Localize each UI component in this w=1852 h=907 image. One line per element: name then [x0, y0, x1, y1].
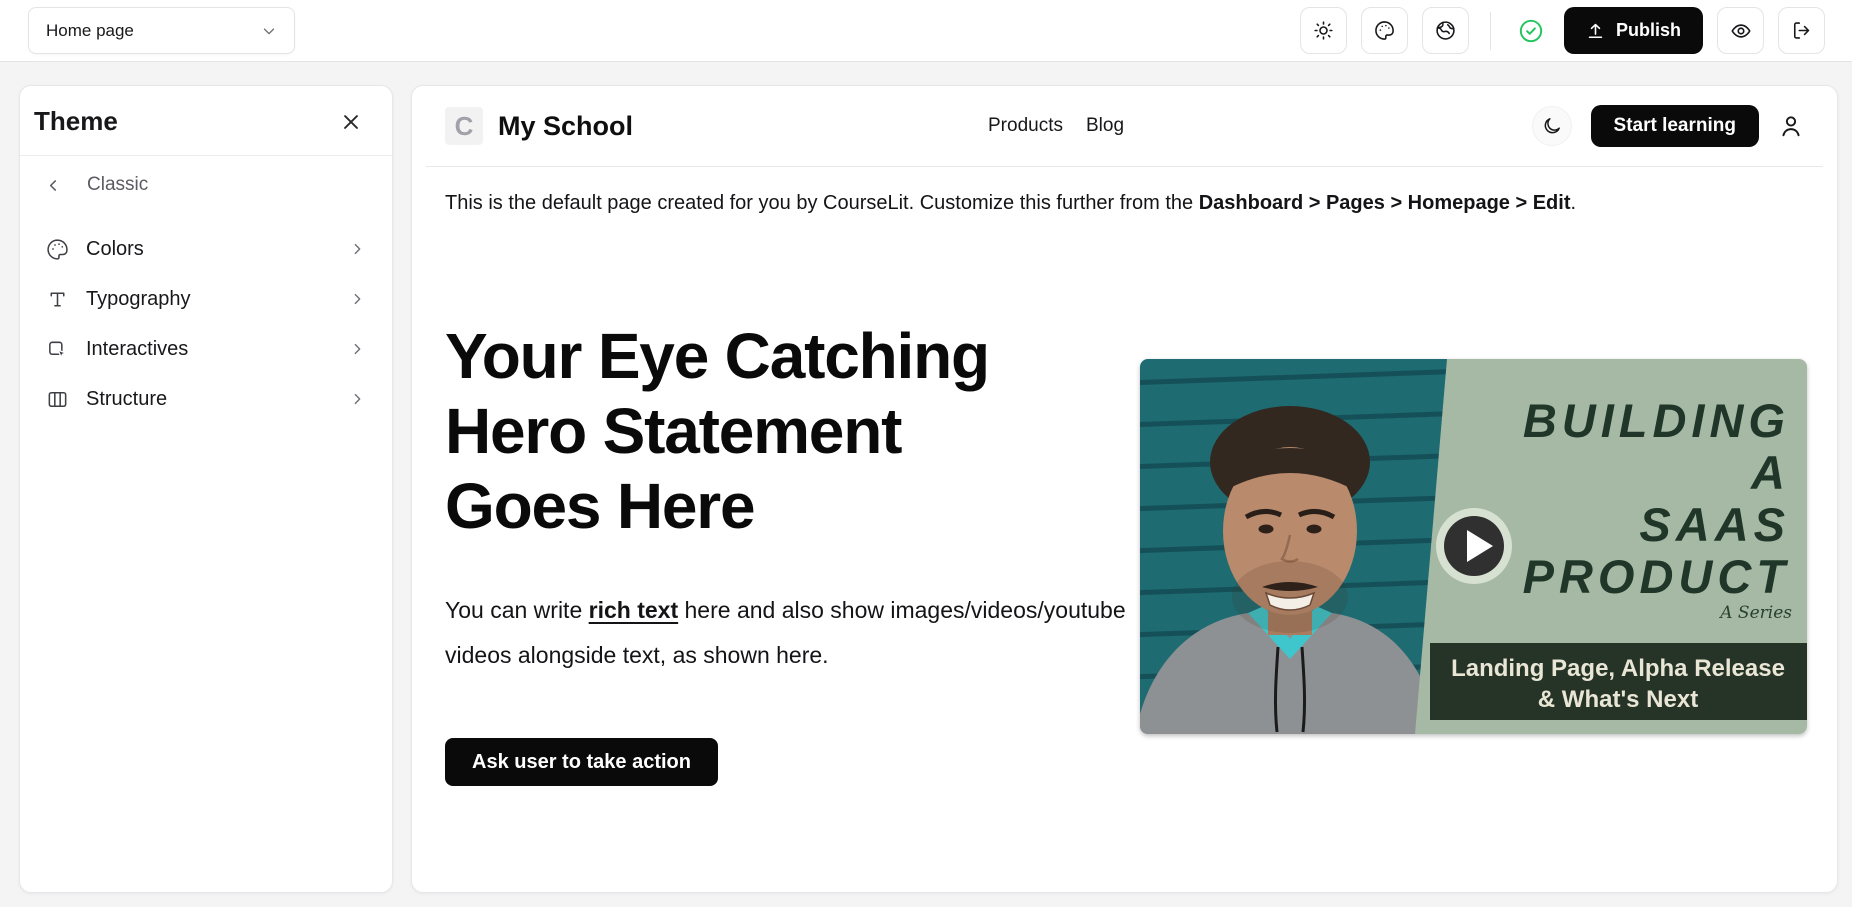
palette-icon	[1374, 20, 1395, 41]
chevron-left-icon	[45, 177, 62, 194]
video-thumbnail-art: BUILDING A SAAS PRODUCT A Series Landing…	[1140, 359, 1807, 734]
site-nav: Products Blog	[988, 115, 1124, 137]
hero-media-column: BUILDING A SAAS PRODUCT A Series Landing…	[1140, 359, 1807, 734]
video-thumbnail[interactable]: BUILDING A SAAS PRODUCT A Series Landing…	[1140, 359, 1807, 734]
notice-breadcrumb: Dashboard > Pages > Homepage > Edit	[1198, 192, 1571, 214]
chevron-right-icon	[349, 291, 365, 307]
hero-section: Your Eye Catching Hero Statement Goes He…	[412, 319, 1837, 786]
page-selector-value: Home page	[46, 20, 134, 40]
hero-cta-button[interactable]: Ask user to take action	[445, 738, 718, 786]
topbar-actions: Publish	[1299, 7, 1825, 54]
chevron-right-icon	[349, 241, 365, 257]
menu-item-label: Colors	[86, 237, 144, 260]
menu-item-typography[interactable]: Typography	[20, 274, 392, 324]
eye-icon	[1730, 20, 1752, 42]
chevron-right-icon	[349, 391, 365, 407]
nav-link-blog[interactable]: Blog	[1086, 115, 1124, 137]
theme-back-row[interactable]: Classic	[20, 156, 392, 196]
notice-suffix: .	[1570, 192, 1577, 214]
status-check-icon	[1518, 18, 1544, 44]
chevron-down-icon	[260, 22, 278, 40]
video-title-line: SAAS	[1639, 498, 1790, 551]
palette-icon	[46, 238, 69, 261]
theme-panel: Theme Classic Colors Typography Interact…	[19, 85, 393, 893]
user-icon[interactable]	[1778, 113, 1804, 139]
site-header: C My School Products Blog Start learning	[412, 86, 1837, 166]
hero-heading-line: Goes Here	[445, 470, 756, 542]
upload-icon	[1586, 21, 1605, 40]
theme-colors-button[interactable]	[1360, 7, 1408, 54]
logout-icon	[1791, 20, 1812, 41]
globe-icon	[1435, 20, 1456, 41]
hero-paragraph: You can write rich text here and also sh…	[445, 588, 1135, 678]
menu-item-label: Structure	[86, 387, 168, 410]
panel-title: Theme	[34, 106, 118, 136]
video-series-label: A Series	[1718, 603, 1792, 623]
video-title-line: A	[1750, 446, 1790, 499]
hero-text-column: Your Eye Catching Hero Statement Goes He…	[445, 319, 1140, 786]
site-title: My School	[498, 110, 634, 141]
interactives-icon	[46, 338, 69, 361]
menu-item-interactives[interactable]: Interactives	[20, 324, 392, 374]
close-panel-button[interactable]	[338, 109, 364, 135]
site-header-actions: Start learning	[1531, 105, 1804, 147]
notice-text: This is the default page created for you…	[445, 192, 1199, 214]
video-title-line: PRODUCT	[1523, 550, 1790, 603]
hero-heading-line: Hero Statement	[445, 395, 902, 467]
play-button[interactable]	[1436, 508, 1512, 584]
structure-icon	[46, 388, 69, 411]
hero-heading: Your Eye Catching Hero Statement Goes He…	[445, 319, 1140, 544]
menu-item-colors[interactable]: Colors	[20, 224, 392, 274]
menu-item-label: Interactives	[86, 337, 189, 360]
topbar-divider	[1489, 11, 1491, 50]
sun-icon	[1313, 20, 1334, 41]
default-page-notice: This is the default page created for you…	[445, 189, 1804, 217]
page-preview: C My School Products Blog Start learning	[411, 85, 1838, 893]
site-header-divider	[426, 166, 1823, 167]
exit-editor-button[interactable]	[1778, 7, 1825, 54]
close-icon	[340, 111, 362, 133]
chevron-right-icon	[349, 341, 365, 357]
site-settings-button[interactable]	[1421, 7, 1469, 54]
publish-label: Publish	[1615, 20, 1681, 40]
theme-name: Classic	[87, 174, 149, 195]
site-logo[interactable]: C	[445, 107, 483, 145]
preview-button[interactable]	[1717, 7, 1764, 54]
video-title-line: BUILDING	[1523, 394, 1790, 447]
video-banner-line: & What's Next	[1538, 686, 1698, 713]
start-learning-button[interactable]: Start learning	[1590, 105, 1759, 147]
theme-menu: Colors Typography Interactives Structure	[20, 224, 392, 424]
rich-text-link[interactable]: rich text	[589, 597, 678, 623]
page-selector-dropdown[interactable]: Home page	[28, 7, 295, 54]
editor-topbar: Home page Publish	[0, 0, 1852, 62]
logo-letter: C	[454, 110, 474, 141]
hero-paragraph-pre: You can write	[445, 597, 589, 623]
moon-icon	[1542, 116, 1562, 136]
hero-heading-line: Your Eye Catching	[445, 320, 990, 392]
light-mode-button[interactable]	[1299, 7, 1347, 54]
menu-item-label: Typography	[86, 287, 191, 310]
dark-mode-toggle[interactable]	[1531, 106, 1572, 146]
video-banner-line: Landing Page, Alpha Release	[1451, 655, 1785, 682]
publish-button[interactable]: Publish	[1563, 7, 1703, 54]
typography-icon	[46, 288, 69, 311]
menu-item-structure[interactable]: Structure	[20, 374, 392, 424]
theme-panel-header: Theme	[20, 86, 392, 155]
nav-link-products[interactable]: Products	[988, 115, 1063, 137]
